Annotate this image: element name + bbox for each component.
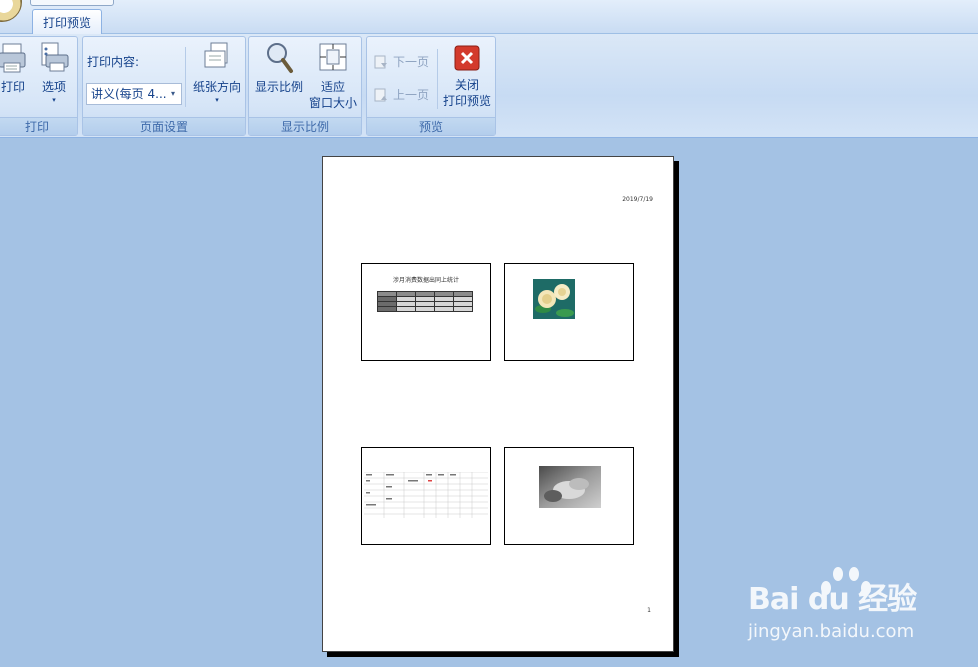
handout-slide-3 [361, 447, 491, 545]
handout-slide-2 [504, 263, 634, 361]
options-icon [41, 42, 69, 72]
close-icon [454, 45, 480, 71]
group-page-setup: 打印内容: 讲义(每页 4... ▾ 纸张方向 ▾ 页面设置 [82, 36, 246, 136]
quick-access-toolbar[interactable] [30, 0, 114, 6]
ribbon: 打印 选项 ▾ 打印 打印内容: 讲义(每页 4... ▾ 纸张方向 ▾ 页面设… [0, 34, 978, 138]
slide-title: 涉月消费数据出同上统计 [392, 277, 459, 284]
options-label: 选项 [41, 80, 66, 94]
options-button[interactable]: 选项 ▾ [37, 41, 71, 105]
spreadsheet-image [364, 472, 488, 518]
chevron-down-icon: ▾ [215, 96, 219, 104]
group-label-page-setup: 页面设置 [83, 117, 245, 135]
fit-label-line1: 适应 [320, 80, 345, 94]
photo-image [539, 466, 601, 508]
print-content-select[interactable]: 讲义(每页 4... ▾ [86, 83, 182, 105]
group-preview: 下一页 上一页 关闭 打印预览 预览 [366, 36, 496, 136]
print-button[interactable]: 打印 [0, 41, 29, 95]
separator [185, 47, 186, 107]
prev-page-button[interactable]: 上一页 [373, 86, 429, 103]
printer-icon [0, 43, 26, 73]
page-orientation-icon [204, 42, 228, 68]
chevron-down-icon: ▾ [52, 96, 56, 104]
fit-window-button[interactable]: 适应 窗口大小 [307, 41, 359, 111]
handout-slide-4 [504, 447, 634, 545]
page-number: 1 [647, 607, 651, 614]
zoom-label: 显示比例 [254, 80, 303, 94]
close-preview-button[interactable]: 关闭 打印预览 [440, 45, 494, 109]
print-content-label: 打印内容: [87, 55, 140, 69]
next-page-button[interactable]: 下一页 [373, 53, 429, 70]
slide-table [377, 291, 473, 312]
group-label-print: 打印 [0, 117, 77, 135]
print-label: 打印 [0, 80, 25, 94]
title-strip: 打印预览 [0, 0, 978, 35]
group-zoom: 显示比例 适应 窗口大小 显示比例 [248, 36, 362, 136]
handout-slide-1: 涉月消费数据出同上统计 [361, 263, 491, 361]
group-label-zoom: 显示比例 [249, 117, 361, 135]
prev-page-icon [374, 88, 387, 101]
zoom-button[interactable]: 显示比例 [254, 41, 304, 95]
magnifier-icon [267, 43, 293, 73]
watermark-url: jingyan.baidu.com [748, 621, 915, 642]
prev-page-label: 上一页 [393, 88, 430, 102]
page-date: 2019/7/19 [622, 196, 653, 203]
close-label-line2: 打印预览 [442, 94, 491, 108]
print-content-value: 讲义(每页 4... [91, 87, 167, 101]
fit-window-icon [319, 43, 347, 71]
group-print: 打印 选项 ▾ 打印 [0, 36, 78, 136]
close-label-line1: 关闭 [454, 78, 479, 92]
preview-page[interactable]: 2019/7/19 涉月消费数据出同上统计 1 [322, 156, 674, 652]
rose-image [533, 279, 575, 319]
watermark-brand: Bai du 经验 [748, 582, 917, 617]
tab-print-preview[interactable]: 打印预览 [32, 9, 102, 35]
office-button[interactable] [0, 0, 22, 22]
next-page-label: 下一页 [393, 55, 430, 69]
fit-label-line2: 窗口大小 [308, 96, 357, 110]
orientation-button[interactable]: 纸张方向 ▾ [191, 41, 243, 105]
group-label-preview: 预览 [367, 117, 495, 135]
separator [437, 49, 438, 109]
next-page-icon [374, 55, 387, 68]
orientation-label: 纸张方向 [192, 80, 241, 94]
chevron-down-icon: ▾ [170, 89, 175, 98]
